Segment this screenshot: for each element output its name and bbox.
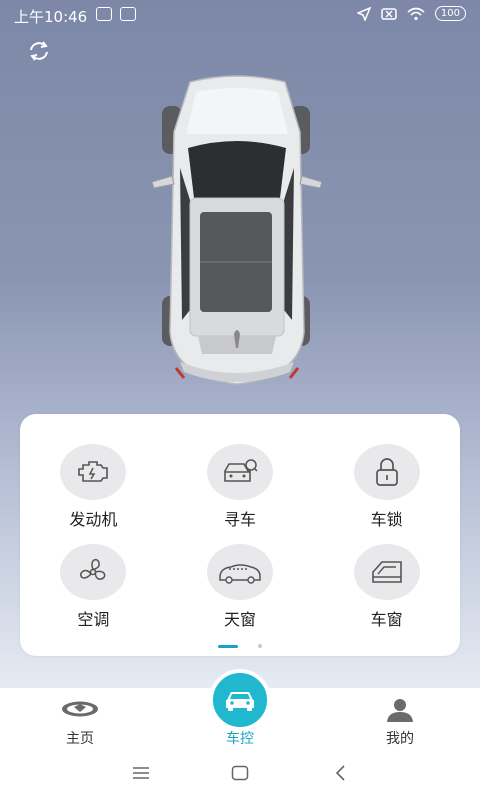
system-navigation-bar	[0, 750, 480, 800]
car-icon	[226, 692, 254, 711]
battery-icon: 100	[434, 6, 466, 21]
location-arrow-icon	[356, 6, 371, 21]
window-icon	[371, 561, 402, 583]
window-button[interactable]: 车窗	[313, 544, 460, 630]
status-time: 上午10:46	[14, 8, 88, 26]
sunroof-label: 天窗	[223, 610, 256, 629]
status-bar: 上午10:46 100	[0, 0, 480, 30]
control-panel: 发动机 寻车 车锁 空调 天窗 车窗	[20, 414, 460, 656]
menu-icon[interactable]	[132, 766, 150, 780]
engine-label: 发动机	[69, 510, 118, 529]
window-label: 车窗	[370, 610, 403, 629]
engine-button[interactable]: 发动机	[20, 444, 167, 530]
home-nav-icon[interactable]	[231, 765, 249, 781]
tab-home[interactable]: 主页	[0, 688, 160, 750]
lock-icon	[375, 458, 398, 486]
engine-icon	[78, 461, 109, 482]
tab-mine-label: 我的	[386, 731, 414, 747]
sunroof-button[interactable]: 天窗	[167, 544, 314, 630]
car-control-center-button[interactable]	[209, 669, 271, 731]
find-car-label: 寻车	[223, 510, 256, 529]
tab-car-control-label: 车控	[226, 731, 254, 747]
air-conditioner-label: 空调	[77, 610, 110, 629]
find-car-icon	[224, 459, 258, 482]
profile-icon	[387, 699, 413, 722]
back-icon[interactable]	[334, 765, 346, 781]
wifi-icon	[407, 7, 425, 20]
home-logo-icon	[62, 701, 98, 717]
cloud-icon	[120, 7, 136, 21]
find-car-button[interactable]: 寻车	[167, 444, 314, 530]
page-dot-active	[218, 644, 238, 648]
air-conditioner-button[interactable]: 空调	[20, 544, 167, 630]
sunroof-icon	[219, 564, 261, 584]
refresh-icon[interactable]	[26, 38, 52, 64]
car-top-view-image	[151, 75, 323, 385]
control-grid: 发动机 寻车 车锁 空调 天窗 车窗	[20, 444, 460, 630]
fan-icon	[80, 558, 106, 580]
page-dot[interactable]	[258, 644, 262, 648]
tab-home-label: 主页	[66, 731, 94, 747]
lock-button[interactable]: 车锁	[313, 444, 460, 530]
gallery-icon	[96, 7, 112, 21]
tab-mine[interactable]: 我的	[320, 688, 480, 750]
no-sim-icon	[381, 7, 397, 20]
page-indicator	[20, 644, 460, 648]
lock-label: 车锁	[370, 510, 403, 529]
